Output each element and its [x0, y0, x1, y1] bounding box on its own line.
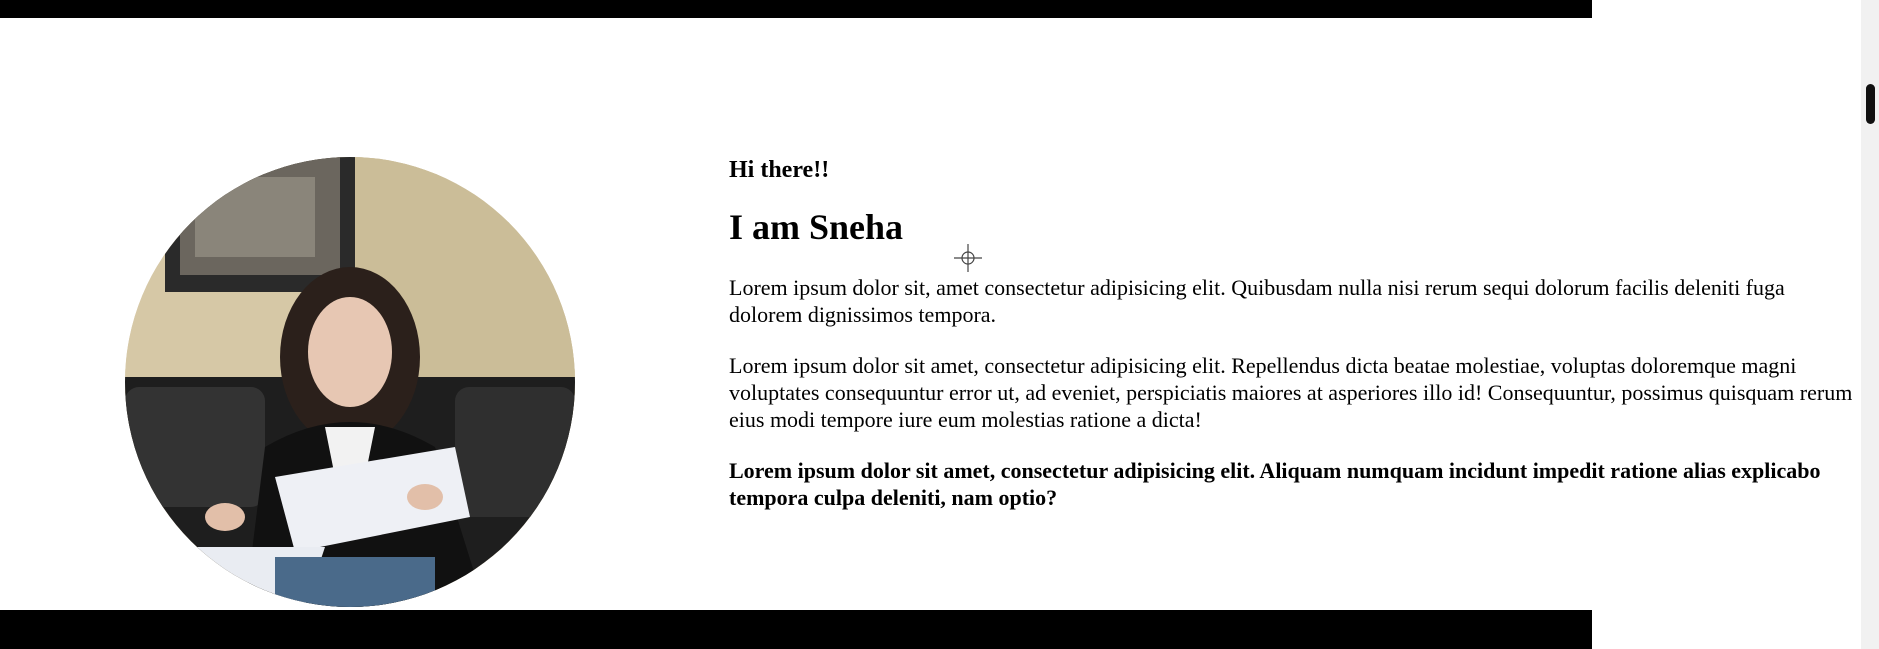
intro-paragraph-1: Lorem ipsum dolor sit, amet consectetur …: [729, 275, 1785, 327]
vertical-scrollbar[interactable]: [1861, 0, 1879, 649]
crosshair-cursor-icon: [954, 244, 982, 272]
profile-photo: [125, 157, 575, 607]
intro-paragraph-bold: Lorem ipsum dolor sit amet, consectetur …: [729, 458, 1821, 510]
intro-section: Hi there!! I am Sneha Lorem ipsum dolor …: [729, 156, 1859, 535]
scrollbar-thumb[interactable]: [1866, 84, 1875, 124]
greeting-text: Hi there!!: [729, 157, 830, 183]
top-bar: [0, 0, 1592, 18]
page-viewport: Hi there!! I am Sneha Lorem ipsum dolor …: [0, 0, 1879, 649]
page-title: I am Sneha: [729, 207, 904, 247]
intro-paragraph-2: Lorem ipsum dolor sit amet, consectetur …: [729, 353, 1853, 432]
bottom-bar: [0, 610, 1592, 649]
